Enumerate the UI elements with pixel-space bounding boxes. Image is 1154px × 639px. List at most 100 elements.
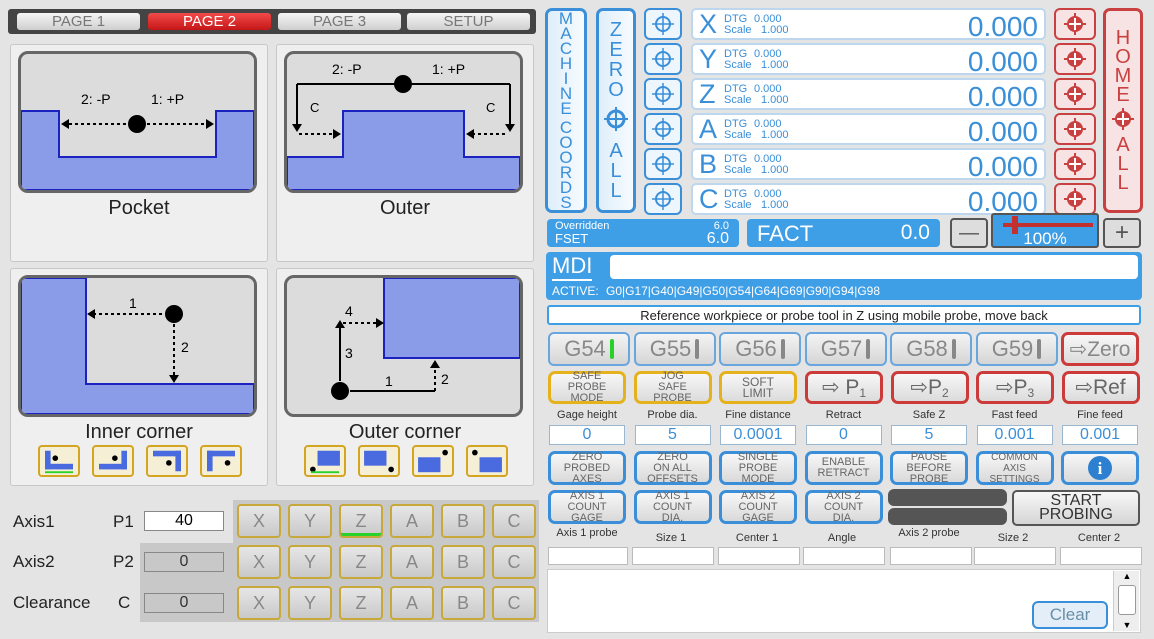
axis-x-button[interactable]: X [237,504,281,538]
option-button-4[interactable]: ENABLE RETRACT [804,451,883,485]
home-z-button[interactable] [1054,78,1096,110]
dro-z[interactable]: Z DTG 0.000 Scale 1.000 0.000 [691,78,1046,112]
scroll-up-icon[interactable]: ▲ [1114,571,1140,581]
dro-b[interactable]: B DTG 0.000 Scale 1.000 0.000 [691,148,1046,182]
tab-page-1[interactable]: PAGE 1 [17,13,140,30]
inner-corner-br-button[interactable] [92,445,134,477]
axis-z-button[interactable]: Z [339,504,383,538]
count-button-4[interactable]: AXIS 2 COUNT DIA. [804,490,883,524]
inner-corner-bl-button[interactable] [38,445,80,477]
mdi-input[interactable] [610,255,1138,279]
tab-page-3[interactable]: PAGE 3 [278,13,401,30]
axis-b-button[interactable]: B [441,545,485,579]
param-input[interactable]: 5 [634,425,711,445]
home-all-button[interactable]: HOME ALL [1103,8,1143,213]
point-button-4[interactable]: ⇨Ref [1061,371,1140,404]
point-button-1[interactable]: ⇨ P1 [805,371,883,404]
outer-corner-br-button[interactable] [358,445,400,477]
point-button-2[interactable]: ⇨P 2 [890,371,969,404]
param-input[interactable]: 0.001 [1062,425,1138,445]
dro-x[interactable]: X DTG 0.000 Scale 1.000 0.000 [691,8,1046,42]
zero-a-button[interactable] [644,113,682,145]
zero-c-button[interactable] [644,183,682,215]
outer-corner-tl-button[interactable] [466,445,508,477]
point-button-3[interactable]: ⇨P 3 [976,371,1054,404]
probe-mode-button-1[interactable]: SAFE PROBE MODE [548,371,626,404]
feed-override-slider[interactable]: 100% [991,213,1099,248]
axis-c-button[interactable]: C [492,545,536,579]
outer-corner-tr-button[interactable] [412,445,454,477]
dro-a[interactable]: A DTG 0.000 Scale 1.000 0.000 [691,113,1046,147]
axis-a-button[interactable]: A [390,504,434,538]
outer-illustration[interactable]: 2: -P 1: +P C C [284,51,523,193]
clearance-input[interactable]: 0 [144,593,224,613]
console-scrollbar[interactable]: ▲ ▼ [1113,571,1139,631]
home-y-button[interactable] [1054,43,1096,75]
scroll-down-icon[interactable]: ▼ [1114,620,1140,630]
param-input[interactable]: 5 [891,425,967,445]
dro-y[interactable]: Y DTG 0.000 Scale 1.000 0.000 [691,43,1046,77]
pocket-illustration[interactable]: 2: -P 1: +P [18,51,257,193]
work-offset-g54-button[interactable]: G54 [548,332,630,366]
count-button-3[interactable]: AXIS 2 COUNT GAGE [719,490,797,524]
axis-c-button[interactable]: C [492,586,536,620]
tab-setup[interactable]: SETUP [407,13,530,30]
home-a-button[interactable] [1054,113,1096,145]
clear-button[interactable]: Clear [1032,601,1108,629]
home-x-button[interactable] [1054,8,1096,40]
axis-b-button[interactable]: B [441,504,485,538]
axis-c-button[interactable]: C [492,504,536,538]
start-probing-button[interactable]: START PROBING [1012,490,1140,526]
option-button-6[interactable]: COMMON AXIS SETTINGS [975,451,1054,485]
option-button-1[interactable]: ZERO PROBED AXES [548,451,626,485]
param-input[interactable]: 0.001 [976,425,1053,445]
outer-corner-illustration[interactable]: 4 3 1 2 [284,275,523,417]
outer-corner-bl-button[interactable] [304,445,346,477]
dro-c[interactable]: C DTG 0.000 Scale 1.000 0.000 [691,183,1046,217]
feed-minus-button[interactable]: — [950,218,988,248]
machine-coords-button[interactable]: MACHINECOORDS [545,8,587,213]
axis-y-button[interactable]: Y [288,504,332,538]
count-button-2[interactable]: AXIS 1 COUNT DIA. [633,490,712,524]
zero-b-button[interactable] [644,148,682,180]
axis-y-button[interactable]: Y [288,545,332,579]
axis-b-button[interactable]: B [441,586,485,620]
axis-x-button[interactable]: X [237,586,281,620]
p1-input[interactable]: 40 [144,511,224,531]
work-offset-g56-button[interactable]: G56 [719,332,801,366]
zero-button[interactable]: ⇨Zero [1061,332,1139,366]
zero-x-button[interactable] [644,8,682,40]
inner-corner-tl-button[interactable] [200,445,242,477]
scroll-thumb[interactable] [1118,585,1136,615]
axis-z-button[interactable]: Z [339,586,383,620]
inner-corner-illustration[interactable]: 1 2 [18,275,257,417]
option-button-5[interactable]: PAUSE BEFORE PROBE [890,451,968,485]
tab-page-2[interactable]: PAGE 2 [148,13,271,30]
p2-input[interactable]: 0 [144,552,224,572]
param-input[interactable]: 0 [805,425,882,445]
probe-mode-button-3[interactable]: SOFT LIMIT [719,371,797,404]
work-offset-g58-button[interactable]: G58 [890,332,972,366]
feed-plus-button[interactable]: + [1103,218,1141,248]
zero-y-button[interactable] [644,43,682,75]
param-input[interactable]: 0.0001 [720,425,796,445]
axis-x-button[interactable]: X [237,545,281,579]
axis-a-button[interactable]: A [390,545,434,579]
probe-mode-button-2[interactable]: JOG SAFE PROBE [633,371,712,404]
work-offset-g55-button[interactable]: G55 [633,332,716,366]
info-button[interactable]: i [1061,451,1139,485]
zero-all-button[interactable]: ZERO ALL [596,8,636,213]
axis-y-button[interactable]: Y [288,586,332,620]
axis-z-button[interactable]: Z [339,545,383,579]
work-offset-g57-button[interactable]: G57 [804,332,887,366]
home-b-button[interactable] [1054,148,1096,180]
option-button-2[interactable]: ZERO ON ALL OFFSETS [633,451,712,485]
zero-z-button[interactable] [644,78,682,110]
inner-corner-tr-button[interactable] [146,445,188,477]
param-input[interactable]: 0 [549,425,625,445]
work-offset-g59-button[interactable]: G59 [975,332,1058,366]
option-button-3[interactable]: SINGLE PROBE MODE [719,451,797,485]
home-c-button[interactable] [1054,183,1096,215]
axis-a-button[interactable]: A [390,586,434,620]
count-button-1[interactable]: AXIS 1 COUNT GAGE [548,490,626,524]
